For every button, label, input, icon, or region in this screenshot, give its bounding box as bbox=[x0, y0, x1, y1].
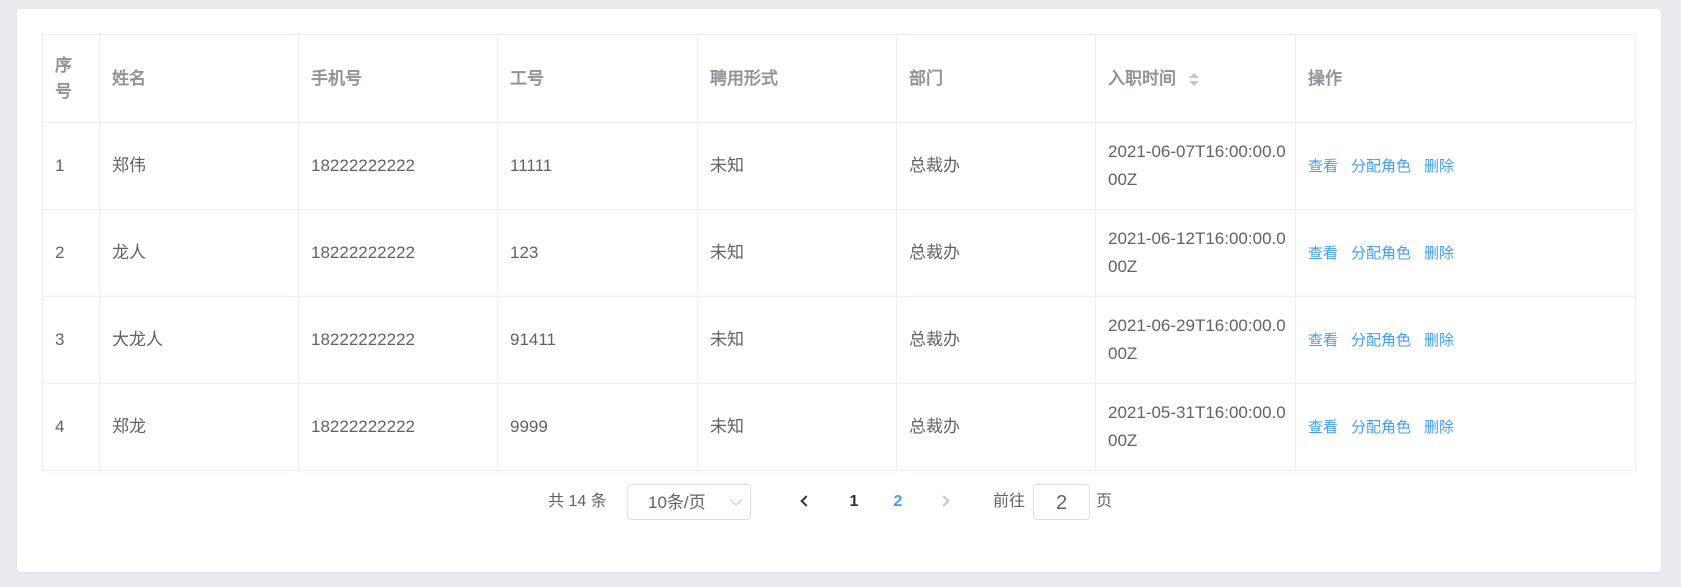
delete-button[interactable]: 删除 bbox=[1424, 419, 1454, 436]
cell-phone: 18222222222 bbox=[298, 209, 498, 297]
view-button[interactable]: 查看 bbox=[1308, 158, 1338, 175]
header-job-no: 工号 bbox=[497, 34, 698, 123]
goto-unit: 页 bbox=[1096, 493, 1113, 510]
header-name: 姓名 bbox=[99, 34, 299, 123]
page-number-2[interactable]: 2 bbox=[888, 484, 908, 520]
cell-employment: 未知 bbox=[697, 122, 897, 210]
view-button[interactable]: 查看 bbox=[1308, 245, 1338, 262]
table-row: 3 大龙人 18222222222 91411 未知 总裁办 2021-06-2… bbox=[42, 296, 1636, 384]
page-size-select[interactable]: 10条/页 bbox=[627, 484, 751, 520]
cell-employment: 未知 bbox=[697, 296, 897, 384]
pagination: 共 14 条 10条/页 1 2 前往 2 页 bbox=[0, 484, 1681, 524]
cell-actions: 查看 分配角色 删除 bbox=[1295, 296, 1636, 384]
cell-actions: 查看 分配角色 删除 bbox=[1295, 122, 1636, 210]
cell-actions: 查看 分配角色 删除 bbox=[1295, 383, 1636, 471]
header-actions: 操作 bbox=[1295, 34, 1636, 123]
employee-table: 序 号 姓名 手机号 工号 聘用形式 部门 入职时间 操作 1 郑伟 18222… bbox=[42, 34, 1636, 471]
cell-phone: 18222222222 bbox=[298, 296, 498, 384]
cell-hire-time: 2021-05-31T16:00:00.000Z bbox=[1095, 383, 1296, 471]
delete-button[interactable]: 删除 bbox=[1424, 245, 1454, 262]
prev-page-button[interactable] bbox=[798, 484, 814, 520]
cell-hire-time: 2021-06-29T16:00:00.000Z bbox=[1095, 296, 1296, 384]
cell-index: 1 bbox=[42, 122, 100, 210]
table-header-row: 序 号 姓名 手机号 工号 聘用形式 部门 入职时间 操作 bbox=[42, 34, 1636, 123]
delete-button[interactable]: 删除 bbox=[1424, 158, 1454, 175]
view-button[interactable]: 查看 bbox=[1308, 332, 1338, 349]
table-row: 2 龙人 18222222222 123 未知 总裁办 2021-06-12T1… bbox=[42, 209, 1636, 297]
cell-department: 总裁办 bbox=[896, 383, 1096, 471]
cell-job-no: 11111 bbox=[497, 122, 698, 210]
table-row: 4 郑龙 18222222222 9999 未知 总裁办 2021-05-31T… bbox=[42, 383, 1636, 471]
cell-department: 总裁办 bbox=[896, 122, 1096, 210]
goto-label: 前往 bbox=[993, 493, 1026, 510]
pagination-total: 共 14 条 bbox=[548, 493, 607, 510]
cell-job-no: 91411 bbox=[497, 296, 698, 384]
cell-department: 总裁办 bbox=[896, 209, 1096, 297]
cell-name: 郑龙 bbox=[99, 383, 299, 471]
assign-role-button[interactable]: 分配角色 bbox=[1351, 332, 1411, 349]
header-employment: 聘用形式 bbox=[697, 34, 897, 123]
cell-employment: 未知 bbox=[697, 383, 897, 471]
assign-role-button[interactable]: 分配角色 bbox=[1351, 158, 1411, 175]
page-number-1[interactable]: 1 bbox=[844, 484, 864, 520]
cell-phone: 18222222222 bbox=[298, 383, 498, 471]
table-row: 1 郑伟 18222222222 11111 未知 总裁办 2021-06-07… bbox=[42, 122, 1636, 210]
cell-department: 总裁办 bbox=[896, 296, 1096, 384]
chevron-down-icon bbox=[730, 494, 742, 506]
page-size-value: 10条/页 bbox=[648, 493, 706, 512]
next-page-button[interactable] bbox=[938, 484, 956, 520]
cell-index: 2 bbox=[42, 209, 100, 297]
goto-page-input[interactable]: 2 bbox=[1033, 484, 1090, 520]
cell-employment: 未知 bbox=[697, 209, 897, 297]
header-department: 部门 bbox=[896, 34, 1096, 123]
chevron-right-icon bbox=[938, 495, 950, 507]
cell-name: 郑伟 bbox=[99, 122, 299, 210]
assign-role-button[interactable]: 分配角色 bbox=[1351, 419, 1411, 436]
view-button[interactable]: 查看 bbox=[1308, 419, 1338, 436]
cell-name: 龙人 bbox=[99, 209, 299, 297]
cell-phone: 18222222222 bbox=[298, 122, 498, 210]
chevron-left-icon bbox=[800, 495, 812, 507]
cell-name: 大龙人 bbox=[99, 296, 299, 384]
cell-index: 3 bbox=[42, 296, 100, 384]
cell-index: 4 bbox=[42, 383, 100, 471]
cell-job-no: 9999 bbox=[497, 383, 698, 471]
header-hire-time[interactable]: 入职时间 bbox=[1095, 34, 1296, 123]
cell-hire-time: 2021-06-12T16:00:00.000Z bbox=[1095, 209, 1296, 297]
header-phone: 手机号 bbox=[298, 34, 498, 123]
header-index: 序 号 bbox=[42, 34, 100, 123]
cell-job-no: 123 bbox=[497, 209, 698, 297]
delete-button[interactable]: 删除 bbox=[1424, 332, 1454, 349]
cell-actions: 查看 分配角色 删除 bbox=[1295, 209, 1636, 297]
assign-role-button[interactable]: 分配角色 bbox=[1351, 245, 1411, 262]
sort-caret-icon[interactable] bbox=[1188, 72, 1199, 86]
cell-hire-time: 2021-06-07T16:00:00.000Z bbox=[1095, 122, 1296, 210]
